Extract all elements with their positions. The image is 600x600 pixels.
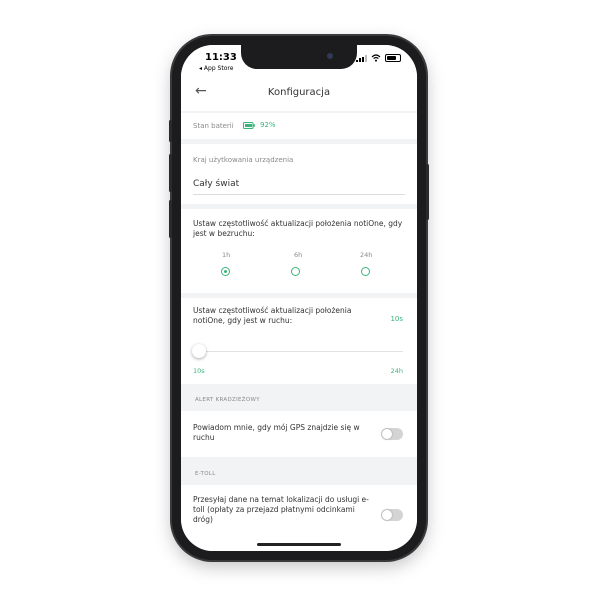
theft-alert-toggle-label: Powiadom mnie, gdy mój GPS znajdzie się … — [193, 423, 360, 442]
mute-switch — [169, 120, 172, 142]
battery-icon — [385, 54, 401, 62]
theft-alert-section: Powiadom mnie, gdy mój GPS znajdzie się … — [181, 411, 417, 457]
motion-frequency-current-value: 10s — [390, 315, 403, 323]
rest-option-6h-label: 6h — [294, 251, 303, 259]
motion-frequency-section: Ustaw częstotliwość aktualizacji położen… — [181, 298, 417, 384]
usage-country-label: Kraj użytkowania urządzenia — [193, 156, 294, 164]
battery-status-row: Stan baterii 92% — [181, 113, 417, 139]
rest-option-24h-label: 24h — [360, 251, 373, 259]
motion-slider-thumb[interactable] — [192, 344, 206, 358]
rest-frequency-label: Ustaw częstotliwość aktualizacji położen… — [193, 219, 403, 238]
etoll-section: Przesyłaj dane na temat lokalizacji do u… — [181, 485, 417, 551]
etoll-section-label: E-TOLL — [195, 471, 216, 477]
phone-screen: 11:33 ◂ App Store ← Konfiguracja Stan ba… — [181, 45, 417, 551]
motion-slider-track[interactable] — [199, 351, 403, 352]
motion-slider-min-label: 10s — [193, 367, 205, 375]
usage-country-underline — [193, 194, 405, 195]
theft-alert-section-label: ALERT KRADZIEŻOWY — [195, 397, 260, 403]
etoll-toggle[interactable] — [381, 509, 403, 521]
battery-label: Stan baterii — [193, 122, 234, 130]
rest-option-1h-label: 1h — [222, 251, 231, 259]
phone-frame: 11:33 ◂ App Store ← Konfiguracja Stan ba… — [169, 36, 429, 560]
wifi-icon — [371, 54, 381, 62]
home-indicator[interactable] — [257, 543, 341, 546]
app-header: ← Konfiguracja — [181, 75, 417, 111]
motion-frequency-label: Ustaw częstotliwość aktualizacji położen… — [193, 306, 352, 325]
rest-option-1h-radio[interactable] — [221, 267, 230, 276]
battery-level-icon — [243, 122, 255, 129]
signal-icon — [356, 54, 367, 62]
motion-slider-max-label: 24h — [390, 367, 403, 375]
page-title: Konfiguracja — [267, 87, 331, 98]
usage-country-section[interactable]: Kraj użytkowania urządzenia Cały świat — [181, 144, 417, 204]
etoll-toggle-label: Przesyłaj dane na temat lokalizacji do u… — [193, 495, 369, 524]
power-button — [426, 164, 429, 220]
notch — [241, 45, 357, 69]
volume-down-button — [169, 200, 172, 238]
status-icons — [356, 54, 401, 62]
volume-up-button — [169, 154, 172, 192]
rest-option-6h-radio[interactable] — [291, 267, 300, 276]
back-to-app-store-link[interactable]: ◂ App Store — [199, 65, 233, 72]
camera-icon — [327, 53, 333, 59]
rest-option-24h-radio[interactable] — [361, 267, 370, 276]
status-time: 11:33 — [205, 52, 237, 63]
usage-country-value[interactable]: Cały świat — [193, 179, 239, 189]
theft-alert-toggle[interactable] — [381, 428, 403, 440]
battery-percentage: 92% — [260, 121, 276, 129]
rest-frequency-section: Ustaw częstotliwość aktualizacji położen… — [181, 209, 417, 293]
